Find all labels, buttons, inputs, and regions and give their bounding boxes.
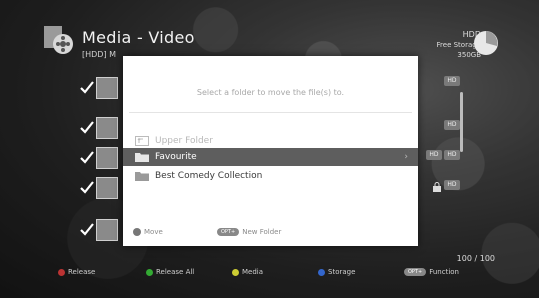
folder-label: Favourite <box>155 152 197 162</box>
page-subtitle: [HDD] M <box>82 50 117 59</box>
check-icon <box>80 223 94 236</box>
hd-badge: HD <box>444 150 460 160</box>
video-thumbnail <box>96 117 118 139</box>
upper-folder-icon <box>135 136 149 146</box>
check-icon <box>80 81 94 94</box>
release-label: Release <box>68 268 96 276</box>
folder-item-favourite[interactable]: Favourite › <box>123 148 418 166</box>
opt-key-badge: OPT+ <box>404 268 427 276</box>
blue-key-icon <box>318 268 325 276</box>
green-key-icon <box>146 268 153 276</box>
release-all-button[interactable]: Release All <box>146 268 194 276</box>
folder-icon <box>135 153 149 162</box>
footer-bar: Release Release All Media Storage OPT+ Fu… <box>0 262 539 282</box>
video-thumbnail <box>96 219 118 241</box>
release-all-label: Release All <box>156 268 195 276</box>
divider <box>129 112 412 113</box>
video-thumbnail <box>96 147 118 169</box>
function-button[interactable]: OPT+ Function <box>404 268 459 276</box>
dialog-footer: Move OPT+ New Folder <box>133 226 408 240</box>
media-button[interactable]: Media <box>232 268 263 276</box>
yellow-key-icon <box>232 268 239 276</box>
move-folder-dialog: Select a folder to move the file(s) to. … <box>123 56 418 246</box>
list-scrollbar[interactable] <box>460 92 463 152</box>
folder-item-best-comedy[interactable]: Best Comedy Collection <box>123 167 418 185</box>
hd-badge: HD <box>444 76 460 86</box>
disk-usage-icon <box>474 31 498 55</box>
check-icon <box>80 121 94 134</box>
dialog-prompt: Select a folder to move the file(s) to. <box>196 88 345 97</box>
page-title: Media - Video <box>82 28 195 47</box>
check-icon <box>80 151 94 164</box>
new-folder-hint[interactable]: OPT+ New Folder <box>217 228 281 236</box>
video-reel-icon <box>44 26 73 54</box>
hd-badge: HD <box>444 180 460 190</box>
move-label: Move <box>144 228 163 236</box>
opt-key-badge: OPT+ <box>217 228 240 236</box>
storage-label: Storage <box>328 268 356 276</box>
folder-icon <box>135 172 149 181</box>
storage-button[interactable]: Storage <box>318 268 355 276</box>
function-label: Function <box>429 268 459 276</box>
hd-badge: HD <box>426 150 442 160</box>
check-icon <box>80 181 94 194</box>
lock-icon <box>433 182 441 192</box>
ok-button-icon <box>133 228 141 236</box>
video-thumbnail <box>96 77 118 99</box>
chevron-right-icon: › <box>404 152 408 162</box>
red-key-icon <box>58 268 65 276</box>
new-folder-label: New Folder <box>242 228 282 236</box>
video-thumbnail <box>96 177 118 199</box>
folder-label: Best Comedy Collection <box>155 171 263 181</box>
move-hint[interactable]: Move <box>133 228 163 236</box>
release-button[interactable]: Release <box>58 268 95 276</box>
media-label: Media <box>242 268 264 276</box>
hd-badge: HD <box>444 120 460 130</box>
